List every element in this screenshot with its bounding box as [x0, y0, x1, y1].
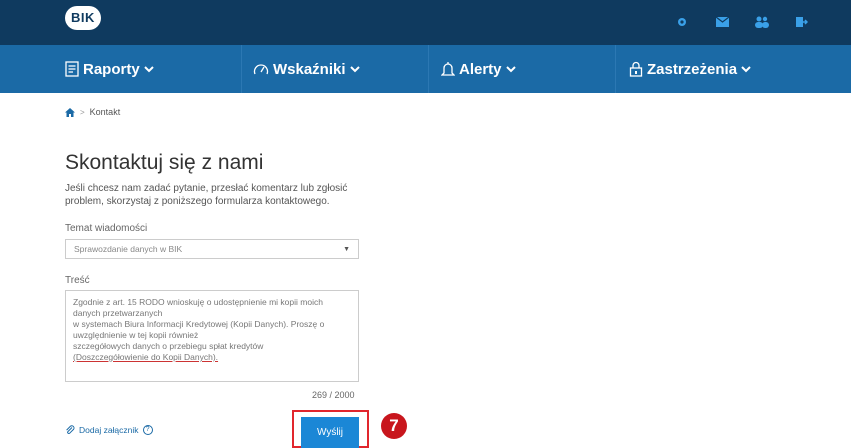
nav-label-alerty: Alerty — [459, 60, 502, 78]
nav-item-wskazniki[interactable]: Wskaźniki — [253, 45, 360, 93]
message-line: w systemach Biura Informacji Kredytowej … — [73, 319, 325, 329]
chevron-down-icon — [349, 65, 360, 72]
send-button[interactable]: Wyślij — [301, 417, 359, 448]
char-counter: 269 / 2000 — [312, 390, 355, 400]
gauge-icon — [253, 64, 269, 75]
step-badge: 7 — [381, 413, 407, 439]
add-attachment-label: Dodaj załącznik — [79, 425, 139, 435]
body-label: Treść — [65, 275, 90, 286]
page-description: Jeśli chcesz nam zadać pytanie, przesłać… — [65, 183, 348, 207]
message-line: (Doszczegółowienie do Kopii Danych). — [73, 352, 219, 362]
nav-label-zastrzezenia: Zastrzeżenia — [647, 60, 738, 78]
home-icon[interactable] — [65, 107, 75, 117]
nav-divider — [241, 45, 242, 93]
nav-divider — [615, 45, 616, 93]
breadcrumb-separator: > — [80, 107, 85, 117]
topic-select-value: Sprawozdanie danych w BIK — [74, 244, 183, 254]
topic-select[interactable]: Sprawozdanie danych w BIK ▼ — [65, 239, 359, 259]
message-line: szczegółowych danych o przebiegu spłat k… — [73, 341, 264, 351]
help-icon[interactable]: ? — [142, 425, 153, 435]
logout-icon[interactable] — [793, 14, 811, 30]
bell-icon — [441, 62, 455, 76]
chevron-down-icon — [143, 65, 154, 72]
message-line: uwzględnienie w tej kopii również — [73, 330, 199, 340]
chevron-down-icon — [741, 65, 751, 72]
document-icon — [65, 61, 79, 77]
mail-icon[interactable] — [713, 14, 731, 30]
nav-item-raporty[interactable]: Raporty — [65, 45, 154, 93]
message-textarea[interactable]: Zgodnie z art. 15 RODO wnioskuję o udost… — [65, 290, 359, 382]
top-bar: BIK — [0, 0, 851, 45]
paperclip-icon — [66, 425, 75, 435]
nav-label-raporty: Raporty — [83, 60, 140, 78]
nav-divider — [428, 45, 429, 93]
breadcrumb: > Kontakt — [65, 107, 120, 117]
message-line: Zgodnie z art. 15 RODO wnioskuję o udost… — [73, 297, 323, 307]
caret-down-icon: ▼ — [343, 245, 350, 253]
add-attachment-link[interactable]: Dodaj załącznik ? — [65, 425, 153, 435]
nav-item-alerty[interactable]: Alerty — [441, 45, 516, 93]
page-title: Skontaktuj się z nami — [65, 151, 264, 174]
nav-item-zastrzezenia[interactable]: Zastrzeżenia — [629, 45, 751, 93]
message-line: danych przetwarzanych — [73, 308, 163, 318]
bik-logo[interactable]: BIK — [65, 6, 101, 30]
breadcrumb-current: Kontakt — [89, 107, 121, 117]
gear-icon[interactable] — [673, 14, 691, 30]
lock-icon — [629, 61, 643, 77]
main-nav: Raporty Wskaźniki Alerty Zastrzeżenia — [0, 45, 851, 93]
topic-label: Temat wiadomości — [65, 223, 148, 234]
users-icon[interactable] — [753, 14, 771, 30]
chevron-down-icon — [505, 65, 516, 72]
top-icons — [673, 14, 811, 30]
nav-label-wskazniki: Wskaźniki — [273, 60, 346, 78]
